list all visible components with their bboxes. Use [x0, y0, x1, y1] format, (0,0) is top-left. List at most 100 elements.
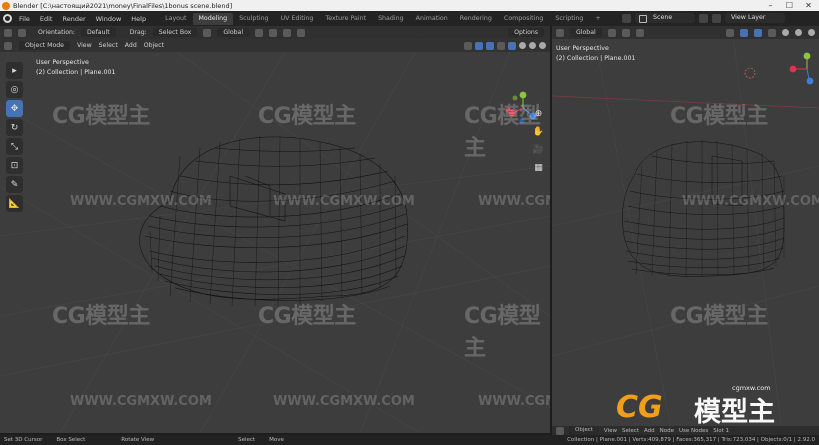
menu-view[interactable]: View	[77, 42, 92, 49]
left-tool-header: Orientation: Default Drag: Select Box Gl…	[0, 26, 550, 39]
right-snap-icon[interactable]	[621, 28, 630, 37]
tab-layout[interactable]: Layout	[159, 13, 192, 25]
scene-field[interactable]: Scene	[635, 13, 695, 23]
tab-modeling[interactable]: Modeling	[192, 12, 234, 25]
snap-icon[interactable]	[269, 28, 278, 37]
options-dropdown[interactable]: Options	[508, 28, 544, 37]
watermark-brand: CG模型主	[670, 104, 768, 129]
annotate-icon[interactable]: ✎	[6, 176, 23, 193]
right-proportional-icon[interactable]	[635, 28, 644, 37]
watermark-brand: CG模型主	[670, 304, 768, 329]
menu-edit[interactable]: Edit	[35, 15, 58, 23]
right-overlay-icon[interactable]	[754, 28, 762, 37]
grid-icon[interactable]: ▦	[532, 162, 545, 175]
drag-dropdown[interactable]: Select Box	[152, 28, 198, 37]
right-xray-icon[interactable]	[768, 28, 776, 37]
tab-rendering[interactable]: Rendering	[454, 13, 498, 25]
viewport-left-scene	[0, 26, 550, 433]
right-material-shading-icon[interactable]	[795, 29, 802, 36]
top-bar: File Edit Render Window Help Layout Mode…	[0, 11, 819, 26]
transform-space-dropdown[interactable]: Global	[217, 28, 250, 37]
watermark-brand: CG模型主	[258, 304, 356, 329]
right-solid-shading-icon[interactable]	[782, 29, 789, 36]
tab-scripting[interactable]: Scripting	[549, 13, 589, 25]
right-transform-space-dropdown[interactable]: Global	[570, 28, 602, 37]
view-layer-field[interactable]: View Layer	[725, 13, 785, 23]
menu-add[interactable]: Add	[125, 42, 137, 49]
wireframe-shading-icon[interactable]	[508, 41, 516, 50]
right-viewport-info: User Perspective (2) Collection | Plane.…	[556, 44, 635, 64]
right-perspective-label: User Perspective	[556, 45, 609, 52]
watermark-url: WWW.CGMXW.COM	[682, 194, 819, 209]
left-perspective-label: User Perspective	[36, 59, 89, 66]
status-rotate-view: Rotate View	[121, 437, 155, 443]
watermark-url: WWW.CGMXW.COM	[478, 194, 550, 209]
view-layer-browse-icon[interactable]	[712, 13, 721, 23]
scene-browse-icon[interactable]	[622, 13, 631, 23]
transform-space-icon[interactable]	[203, 28, 212, 37]
tab-sculpting[interactable]: Sculpting	[233, 13, 274, 25]
corner-watermark-cg: CG	[616, 390, 663, 425]
footer-menu-node[interactable]: Node	[660, 428, 674, 434]
editor-type-icon[interactable]	[4, 41, 12, 50]
solid-shading-icon[interactable]	[519, 42, 526, 49]
add-workspace-button[interactable]: +	[589, 13, 606, 25]
transform-pivot-icon[interactable]	[4, 28, 12, 37]
watermark-url: WWW.CGMXW.COM	[273, 394, 415, 409]
status-set-cursor: Set 3D Cursor	[4, 437, 43, 443]
visibility-icon[interactable]	[464, 41, 472, 50]
right-gizmo-icon[interactable]	[740, 28, 748, 37]
rotate-icon[interactable]: ↻	[6, 119, 23, 136]
menu-render[interactable]: Render	[57, 15, 90, 23]
tab-texture-paint[interactable]: Texture Paint	[319, 13, 372, 25]
menu-object[interactable]: Object	[144, 42, 164, 49]
tab-animation[interactable]: Animation	[410, 13, 454, 25]
right-rendered-shading-icon[interactable]	[808, 29, 815, 36]
right-visibility-icon[interactable]	[726, 28, 734, 37]
xray-icon[interactable]	[497, 41, 505, 50]
minimize-icon[interactable]: –	[766, 1, 775, 10]
select-box-icon[interactable]: ▸	[6, 62, 23, 79]
move-icon[interactable]: ✥	[6, 100, 23, 117]
tab-shading[interactable]: Shading	[372, 13, 410, 25]
viewport-left[interactable]: Orientation: Default Drag: Select Box Gl…	[0, 26, 550, 433]
menu-help[interactable]: Help	[126, 15, 151, 23]
proportional-edit-icon[interactable]	[297, 28, 306, 37]
cursor-icon[interactable]: ◎	[6, 81, 23, 98]
footer-editor-type-icon[interactable]	[556, 426, 564, 435]
move-tool-icon[interactable]	[18, 28, 26, 37]
right-transform-space-icon[interactable]	[556, 28, 564, 37]
watermark-url: WWW.CGMXW.COM	[70, 194, 212, 209]
transform-icon[interactable]: ⊡	[6, 157, 23, 174]
footer-menu-view[interactable]: View	[604, 428, 617, 434]
scene-new-icon[interactable]	[699, 13, 708, 23]
footer-object-dropdown[interactable]: Object	[569, 426, 599, 435]
orientation-label: Orientation:	[38, 29, 76, 36]
right-pivot-icon[interactable]	[607, 28, 616, 37]
viewport-right[interactable]: Global User Perspective (2) Collection |…	[552, 26, 819, 433]
snap-target-icon[interactable]	[283, 28, 292, 37]
window-titlebar: Blender [C:\настоящий2021\money\FinalFil…	[0, 0, 819, 11]
menu-file[interactable]: File	[14, 15, 35, 23]
tab-compositing[interactable]: Compositing	[498, 13, 549, 25]
gizmo-icon[interactable]	[475, 41, 483, 50]
menu-window[interactable]: Window	[91, 15, 127, 23]
footer-menu-select[interactable]: Select	[622, 428, 639, 434]
tab-uv-editing[interactable]: UV Editing	[275, 13, 320, 25]
footer-menu-add[interactable]: Add	[644, 428, 655, 434]
maximize-icon[interactable]: ☐	[785, 1, 794, 10]
pivot-icon[interactable]	[255, 28, 264, 37]
close-icon[interactable]: ✕	[804, 1, 813, 10]
rendered-shading-icon[interactable]	[539, 42, 546, 49]
orientation-dropdown[interactable]: Default	[81, 28, 116, 37]
scale-icon[interactable]: ⤡	[6, 138, 23, 155]
overlay-icon[interactable]	[486, 41, 494, 50]
corner-watermark: cgmxw.com CG 模型主	[616, 380, 816, 428]
measure-icon[interactable]: 📐	[6, 195, 23, 212]
left-viewport-info: User Perspective (2) Collection | Plane.…	[36, 58, 115, 78]
blender-menu-icon[interactable]	[3, 14, 12, 23]
corner-watermark-cn: 模型主	[694, 397, 775, 428]
mode-dropdown[interactable]: Object Mode	[19, 41, 70, 50]
menu-select[interactable]: Select	[99, 42, 118, 49]
material-shading-icon[interactable]	[529, 42, 536, 49]
